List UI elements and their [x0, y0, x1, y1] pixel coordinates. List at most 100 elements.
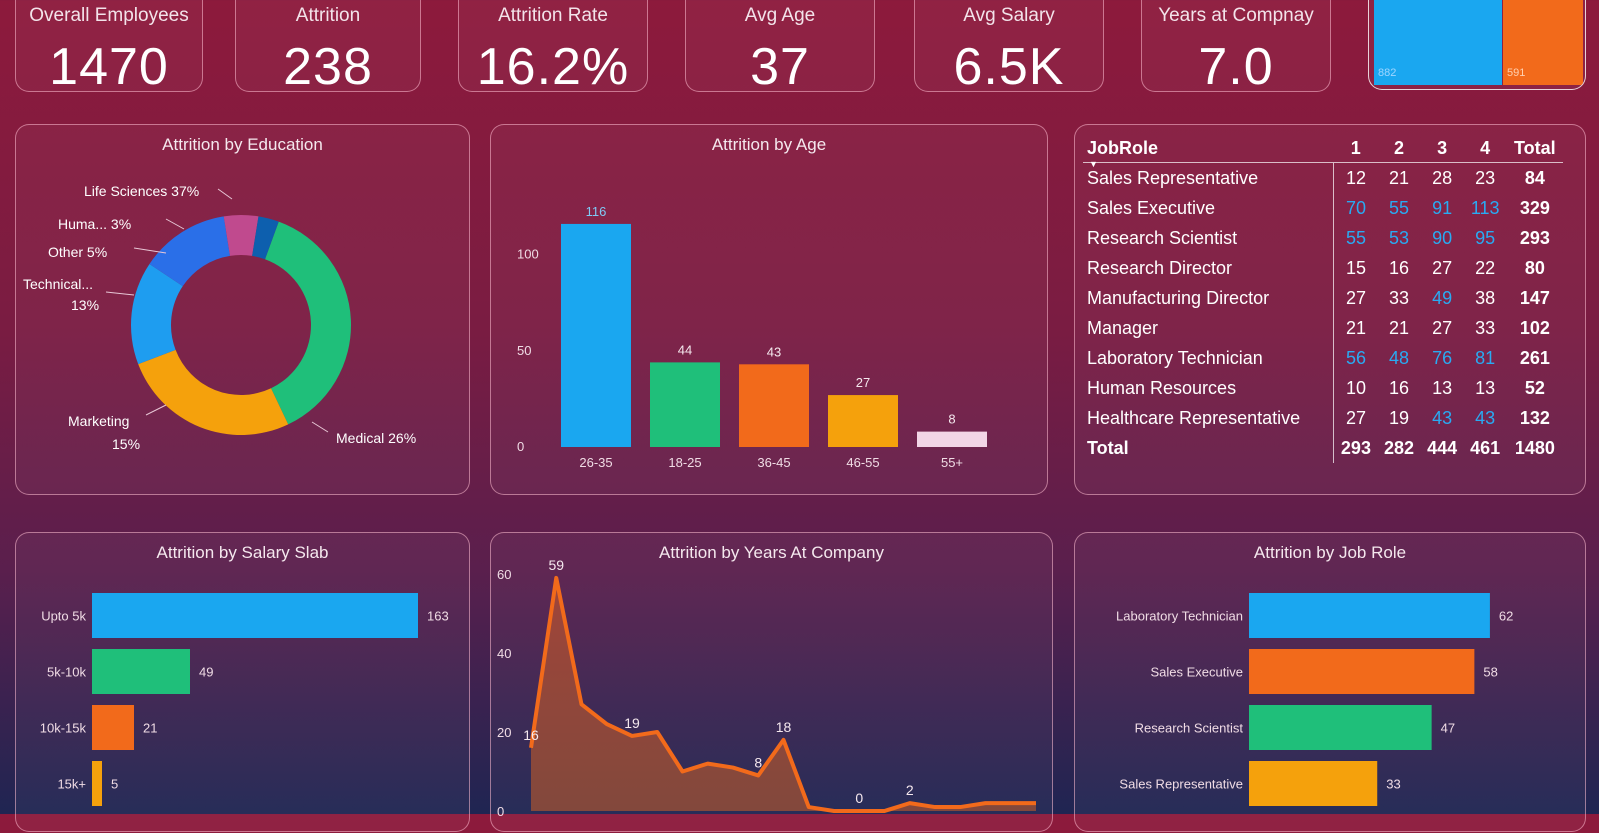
matrix-row[interactable]: Human Resources 10 16 13 13 52 — [1083, 373, 1563, 403]
matrix-cell: 70 — [1345, 197, 1366, 218]
matrix-row-label: Sales Representative — [1083, 162, 1335, 193]
donut-slice[interactable] — [138, 349, 289, 435]
gender-tile[interactable]: 882 591 — [1368, 0, 1586, 90]
matrix-header-col[interactable]: 3 — [1420, 135, 1464, 163]
matrix-row-label: Sales Executive — [1083, 193, 1335, 223]
age-bar-value: 27 — [856, 375, 870, 390]
years-data-label: 0 — [855, 790, 863, 806]
years-y-tick: 20 — [497, 725, 511, 740]
age-bar[interactable] — [739, 364, 809, 447]
hbar-category-label: Sales Representative — [1119, 777, 1243, 792]
matrix-cell: 95 — [1475, 227, 1496, 248]
matrix-cell: 55 — [1345, 227, 1366, 248]
matrix-row[interactable]: Research Scientist 55 53 90 95 293 — [1083, 223, 1563, 253]
years-y-tick: 60 — [497, 567, 511, 582]
hbar-value-label: 5 — [111, 777, 118, 792]
matrix-row[interactable]: Sales Representative 12 21 28 23 84 — [1083, 162, 1563, 193]
years-data-label: 8 — [754, 754, 762, 770]
age-bar-panel: Attrition by Age 100 50 0 116 26-35 44 18-25 43… — [490, 124, 1048, 495]
matrix-total-label: Total — [1083, 433, 1335, 463]
matrix-row[interactable]: Research Director 15 16 27 22 80 — [1083, 253, 1563, 283]
kpi-value: 238 — [283, 38, 373, 96]
matrix-row[interactable]: Healthcare Representative 27 19 43 43 132 — [1083, 403, 1563, 433]
matrix-header-col[interactable]: 2 — [1377, 135, 1421, 163]
age-y-tick: 0 — [517, 439, 524, 454]
matrix-cell: 55 — [1389, 197, 1410, 218]
matrix-row-label: Healthcare Representative — [1083, 403, 1335, 433]
age-y-tick: 100 — [517, 247, 539, 262]
matrix-row[interactable]: Manager 21 21 27 33 102 — [1083, 313, 1563, 343]
matrix-cell: 91 — [1432, 197, 1453, 218]
hbar[interactable] — [1249, 705, 1432, 750]
age-x-label: 26-35 — [579, 455, 612, 470]
hbar-value-label: 33 — [1386, 777, 1400, 792]
matrix-cell: 21 — [1345, 317, 1366, 338]
matrix-cell: 33 — [1475, 317, 1496, 338]
hbar-value-label: 49 — [199, 665, 213, 680]
matrix-cell: 13 — [1432, 377, 1453, 398]
matrix-row-total: 132 — [1519, 407, 1550, 428]
matrix-cell: 21 — [1389, 167, 1410, 188]
matrix-row[interactable]: Manufacturing Director 27 33 49 38 147 — [1083, 283, 1563, 313]
matrix-header-col[interactable]: 1 — [1333, 135, 1378, 163]
matrix-grand-total: 1480 — [1514, 437, 1555, 458]
donut-leader-line — [165, 218, 185, 230]
matrix-row-total: 84 — [1524, 167, 1545, 188]
years-area-chart: 60 40 20 0 16 59 19 8 18 0 2 — [497, 557, 1036, 819]
hbar[interactable] — [92, 705, 134, 750]
hbar[interactable] — [1249, 593, 1490, 638]
hbar[interactable] — [92, 761, 102, 806]
kpi-value: 16.2% — [476, 38, 630, 96]
age-bar[interactable] — [650, 362, 720, 447]
kpi-card-avg-age: Avg Age 37 — [685, 0, 875, 96]
kpi-card-overall-employees: Overall Employees 1470 — [15, 0, 203, 96]
kpi-card-attrition-rate: Attrition Rate 16.2% — [458, 0, 648, 96]
hbar-value-label: 58 — [1483, 665, 1497, 680]
kpi-value: 37 — [750, 38, 810, 96]
jobrole-bar-panel: Attrition by Job Role Laboratory Technic… — [1074, 532, 1586, 832]
hbar[interactable] — [1249, 649, 1475, 694]
matrix-row-total: 329 — [1519, 197, 1550, 218]
hbar[interactable] — [1249, 761, 1378, 806]
matrix-row-label: Research Scientist — [1083, 223, 1335, 253]
matrix-row-total: 102 — [1519, 317, 1550, 338]
age-bar[interactable] — [561, 223, 631, 447]
matrix-row[interactable]: Sales Executive 70 55 91 113 329 — [1083, 193, 1563, 223]
kpi-label: Years at Compnay — [1158, 5, 1314, 26]
gender-tile-female-label: 591 — [1507, 67, 1526, 79]
sort-arrow-icon[interactable]: ▼ — [1089, 159, 1098, 169]
hbar-value-label: 21 — [143, 721, 157, 736]
matrix-row-label: Laboratory Technician — [1083, 343, 1335, 373]
matrix-cell: 19 — [1389, 407, 1410, 428]
kpi-value: 7.0 — [1198, 38, 1274, 96]
age-bar[interactable] — [917, 431, 987, 447]
years-area — [531, 577, 1036, 811]
hbar-value-label: 62 — [1499, 609, 1513, 624]
matrix-row[interactable]: Laboratory Technician 56 48 76 81 261 — [1083, 343, 1563, 373]
hbar[interactable] — [92, 593, 418, 638]
matrix-cell: 81 — [1475, 347, 1496, 368]
gender-tile-male-label: 882 — [1378, 67, 1397, 79]
years-data-label: 59 — [548, 557, 564, 573]
years-data-label: 18 — [776, 719, 792, 735]
years-area-panel: Attrition by Years At Company 60 40 20 0 16 5… — [490, 532, 1053, 832]
hbar-category-label: Laboratory Technician — [1116, 609, 1243, 624]
kpi-label: Avg Salary — [963, 5, 1055, 26]
matrix-total-cell: 444 — [1427, 437, 1458, 458]
matrix-header-total[interactable]: Total — [1506, 135, 1563, 163]
age-bar-value: 43 — [767, 344, 781, 359]
hbar[interactable] — [92, 649, 190, 694]
matrix-cell: 27 — [1432, 257, 1453, 278]
years-data-label: 2 — [906, 782, 914, 798]
donut-slice[interactable] — [265, 221, 351, 425]
matrix-cell: 43 — [1475, 407, 1496, 428]
matrix-row-label: Manager — [1083, 313, 1335, 343]
matrix-header-jobrole[interactable]: JobRole — [1083, 135, 1334, 163]
matrix-cell: 56 — [1345, 347, 1366, 368]
age-bar[interactable] — [828, 395, 898, 447]
education-donut-panel: Attrition by Education Life Sciences 37%… — [15, 124, 470, 495]
years-data-label: 16 — [523, 727, 539, 743]
kpi-label: Attrition — [295, 5, 361, 26]
matrix-header-col[interactable]: 4 — [1463, 135, 1507, 163]
matrix-cell: 76 — [1432, 347, 1453, 368]
